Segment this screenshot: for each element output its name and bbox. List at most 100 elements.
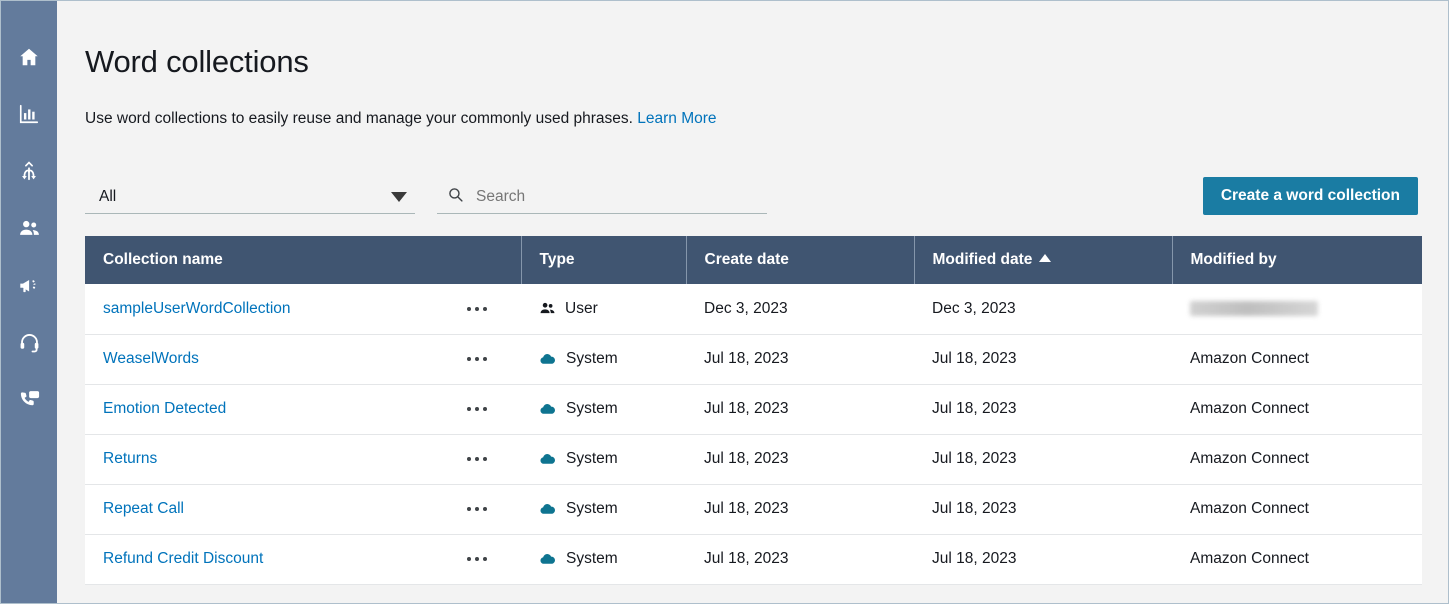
modified-date-value: Jul 18, 2023	[932, 450, 1016, 467]
cell-create-date: Jul 18, 2023	[686, 534, 914, 584]
cell-modified-date: Dec 3, 2023	[914, 284, 1172, 334]
column-header-modified-by[interactable]: Modified by	[1172, 236, 1422, 284]
type-label: User	[565, 300, 598, 318]
modified-by-value: Amazon Connect	[1190, 400, 1309, 417]
cell-create-date: Jul 18, 2023	[686, 434, 914, 484]
collection-name-link[interactable]: WeaselWords	[103, 350, 199, 368]
sidebar-item-home[interactable]	[7, 35, 51, 79]
cell-type: System	[521, 434, 686, 484]
modified-date-value: Jul 18, 2023	[932, 550, 1016, 567]
create-date-value: Jul 18, 2023	[704, 550, 788, 567]
cell-collection-name: Emotion Detected	[85, 384, 521, 434]
modified-date-value: Jul 18, 2023	[932, 400, 1016, 417]
ellipsis-icon[interactable]	[465, 301, 489, 317]
cell-collection-name: WeaselWords	[85, 334, 521, 384]
modified-by-value: Amazon Connect	[1190, 350, 1309, 367]
cell-modified-date: Jul 18, 2023	[914, 534, 1172, 584]
collection-name-link[interactable]: Emotion Detected	[103, 400, 226, 418]
cloud-icon	[539, 450, 557, 468]
table-row: Repeat Call System Jul 18, 2023 Jul 18, 202…	[85, 484, 1422, 534]
cell-modified-by: Amazon Connect	[1172, 434, 1422, 484]
create-date-value: Jul 18, 2023	[704, 500, 788, 517]
word-collections-page: Word collections Use word collections to…	[0, 0, 1449, 604]
home-icon	[18, 46, 40, 68]
modified-date-value: Dec 3, 2023	[932, 300, 1016, 317]
type-filter-value: All	[99, 188, 116, 206]
type-label: System	[566, 500, 618, 518]
cell-modified-date: Jul 18, 2023	[914, 484, 1172, 534]
type-label: System	[566, 400, 618, 418]
create-date-value: Jul 18, 2023	[704, 450, 788, 467]
table-header-row: Collection name Type Create date Modifie…	[85, 236, 1422, 284]
table-row: WeaselWords System Jul 18, 2023 Jul 18, 202…	[85, 334, 1422, 384]
ellipsis-icon[interactable]	[465, 501, 489, 517]
cell-create-date: Jul 18, 2023	[686, 384, 914, 434]
table-row: Refund Credit Discount System Jul 18, 2023…	[85, 534, 1422, 584]
search-icon	[447, 186, 464, 208]
column-header-create-date[interactable]: Create date	[686, 236, 914, 284]
cloud-icon	[539, 500, 557, 518]
column-label: Collection name	[103, 251, 223, 268]
collection-name-link[interactable]: Repeat Call	[103, 500, 184, 518]
sidebar-item-campaigns[interactable]	[7, 263, 51, 307]
page-description: Use word collections to easily reuse and…	[85, 109, 1418, 129]
modified-by-value: Amazon Connect	[1190, 450, 1309, 467]
users-icon	[18, 217, 41, 240]
cell-modified-by: Amazon Connect	[1172, 484, 1422, 534]
users-icon	[539, 300, 556, 317]
type-label: System	[566, 550, 618, 568]
column-label: Create date	[705, 251, 789, 268]
type-filter-select[interactable]: All	[85, 180, 415, 214]
sidebar-item-channels[interactable]	[7, 377, 51, 421]
cell-collection-name: Repeat Call	[85, 484, 521, 534]
table-row: Emotion Detected System Jul 18, 2023 Jul 18…	[85, 384, 1422, 434]
cell-collection-name: Returns	[85, 434, 521, 484]
controls-row: All Create a word collection	[85, 174, 1418, 214]
collection-name-link[interactable]: sampleUserWordCollection	[103, 300, 291, 318]
bar-chart-icon	[18, 103, 40, 125]
cell-modified-date: Jul 18, 2023	[914, 434, 1172, 484]
ellipsis-icon[interactable]	[465, 451, 489, 467]
chevron-down-icon	[391, 192, 407, 202]
create-date-value: Jul 18, 2023	[704, 400, 788, 417]
collection-name-link[interactable]: Returns	[103, 450, 157, 468]
table-row: sampleUserWordCollection User Dec 3, 2023 D…	[85, 284, 1422, 334]
sidebar-item-agent-desktop[interactable]	[7, 320, 51, 364]
ellipsis-icon[interactable]	[465, 401, 489, 417]
cloud-icon	[539, 350, 557, 368]
cell-modified-date: Jul 18, 2023	[914, 384, 1172, 434]
type-label: System	[566, 350, 618, 368]
type-label: System	[566, 450, 618, 468]
cell-modified-by: Amazon Connect	[1172, 334, 1422, 384]
cell-collection-name: sampleUserWordCollection	[85, 284, 521, 334]
cell-create-date: Dec 3, 2023	[686, 284, 914, 334]
learn-more-link[interactable]: Learn More	[637, 110, 716, 127]
table-row: Returns System Jul 18, 2023 Jul 18, 2023 Ama…	[85, 434, 1422, 484]
column-label: Modified by	[1191, 251, 1277, 268]
search-input[interactable]	[476, 188, 736, 206]
cloud-icon	[539, 400, 557, 418]
ellipsis-icon[interactable]	[465, 351, 489, 367]
search-field[interactable]	[437, 180, 767, 214]
column-header-type[interactable]: Type	[521, 236, 686, 284]
modified-by-value: Amazon Connect	[1190, 550, 1309, 567]
ellipsis-icon[interactable]	[465, 551, 489, 567]
cell-modified-by	[1172, 284, 1422, 334]
column-header-collection-name[interactable]: Collection name	[85, 236, 521, 284]
headset-icon	[18, 331, 41, 354]
sidebar-item-routing[interactable]	[7, 149, 51, 193]
collection-name-link[interactable]: Refund Credit Discount	[103, 550, 263, 568]
column-label: Modified date	[933, 251, 1033, 268]
modified-date-value: Jul 18, 2023	[932, 350, 1016, 367]
create-date-value: Jul 18, 2023	[704, 350, 788, 367]
redacted-value	[1190, 301, 1318, 316]
cell-type: User	[521, 284, 686, 334]
create-word-collection-button[interactable]: Create a word collection	[1203, 177, 1418, 215]
megaphone-icon	[18, 274, 41, 297]
sidebar-item-analytics[interactable]	[7, 92, 51, 136]
cloud-icon	[539, 550, 557, 568]
sidebar-item-users[interactable]	[7, 206, 51, 250]
page-description-text: Use word collections to easily reuse and…	[85, 110, 633, 127]
cell-type: System	[521, 334, 686, 384]
column-header-modified-date[interactable]: Modified date	[914, 236, 1172, 284]
